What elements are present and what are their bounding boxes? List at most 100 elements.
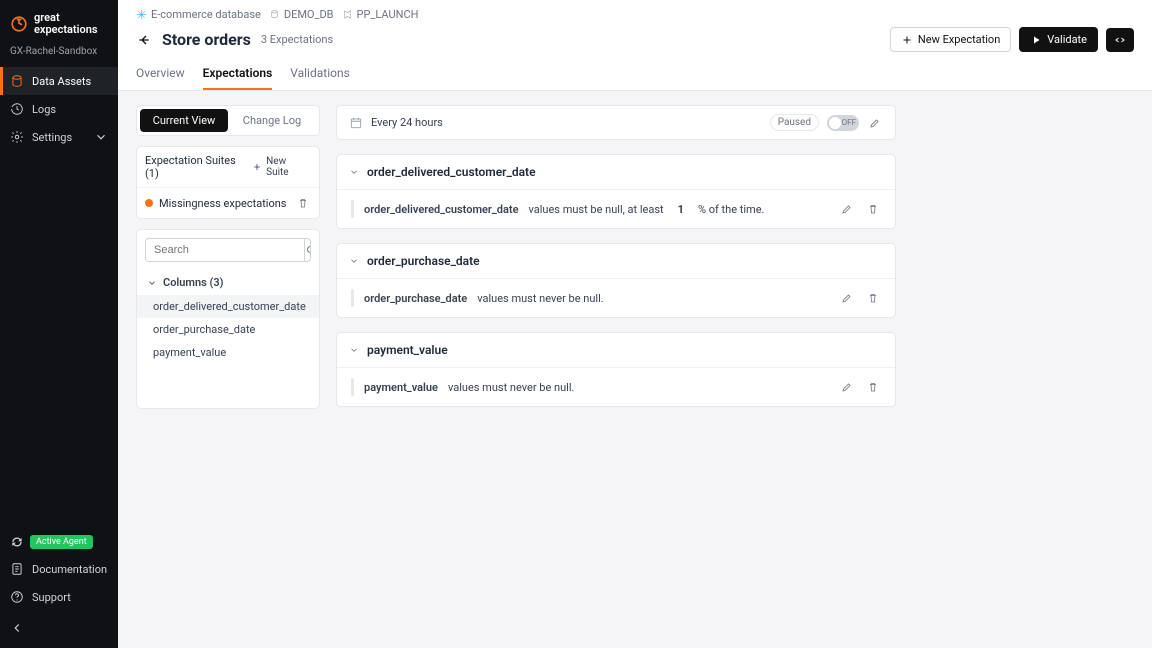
arrow-left-icon bbox=[10, 621, 24, 635]
button-label: New Expectation bbox=[918, 33, 1000, 46]
nav-label: Logs bbox=[32, 103, 56, 116]
sidebar-collapse[interactable] bbox=[0, 611, 118, 648]
crumb-datasource[interactable]: E-commerce database bbox=[136, 8, 261, 21]
code-icon bbox=[1114, 34, 1126, 46]
rule-text: values must never be null. bbox=[477, 292, 603, 305]
edit-expectation-button[interactable] bbox=[839, 201, 855, 217]
chevron-down-icon bbox=[147, 278, 157, 288]
trash-icon bbox=[867, 381, 879, 393]
crumb-table[interactable]: PP_LAUNCH bbox=[342, 8, 419, 21]
nav-data-assets[interactable]: Data Assets bbox=[0, 67, 118, 95]
validate-button[interactable]: Validate bbox=[1019, 27, 1098, 52]
new-expectation-button[interactable]: New Expectation bbox=[890, 27, 1011, 52]
trash-icon bbox=[867, 203, 879, 215]
rule-column: order_delivered_customer_date bbox=[364, 203, 519, 216]
nav-logs[interactable]: Logs bbox=[0, 95, 118, 123]
document-icon bbox=[10, 562, 24, 576]
expectation-header[interactable]: order_delivered_customer_date bbox=[337, 155, 895, 190]
expectation-row: payment_value values must never be null. bbox=[337, 368, 895, 406]
edit-expectation-button[interactable] bbox=[839, 290, 855, 306]
edit-icon bbox=[841, 203, 853, 215]
edit-icon bbox=[841, 381, 853, 393]
delete-expectation-button[interactable] bbox=[865, 201, 881, 217]
nav-settings[interactable]: Settings bbox=[0, 123, 118, 151]
delete-suite-button[interactable] bbox=[295, 195, 311, 211]
brand-text: great expectations bbox=[34, 12, 108, 36]
crumb-schema[interactable]: DEMO_DB bbox=[269, 8, 334, 21]
edit-icon bbox=[869, 117, 881, 129]
chevron-down-icon bbox=[349, 345, 359, 355]
logo-block: great expectations bbox=[0, 0, 118, 42]
nav-documentation[interactable]: Documentation bbox=[0, 555, 118, 583]
agent-badge: Active Agent bbox=[30, 535, 93, 549]
current-view-tab[interactable]: Current View bbox=[140, 109, 228, 132]
topbar: E-commerce database DEMO_DB PP_LAUNCH St… bbox=[118, 0, 1152, 91]
suite-item[interactable]: Missingness expectations bbox=[137, 188, 319, 218]
history-icon bbox=[10, 102, 24, 116]
rule-text: values must be null, at least bbox=[529, 203, 664, 216]
columns-box: Columns (3) order_delivered_customer_dat… bbox=[136, 229, 320, 409]
crumb-label: DEMO_DB bbox=[284, 8, 334, 21]
database-icon bbox=[10, 74, 24, 88]
tab-validations[interactable]: Validations bbox=[290, 58, 350, 90]
edit-schedule-button[interactable] bbox=[867, 115, 883, 131]
search-icon bbox=[305, 244, 311, 256]
rule-text: % of the time. bbox=[698, 203, 764, 216]
expectation-card: payment_value payment_value values must … bbox=[336, 332, 896, 407]
rule-text: values must never be null. bbox=[448, 381, 574, 394]
column-item[interactable]: order_delivered_customer_date bbox=[137, 295, 319, 318]
back-button[interactable] bbox=[136, 32, 152, 48]
crumb-label: E-commerce database bbox=[151, 8, 261, 21]
header-actions: New Expectation Validate bbox=[890, 27, 1134, 52]
expectation-column: order_purchase_date bbox=[367, 254, 480, 268]
search-wrap bbox=[145, 238, 311, 262]
schedule-toggle[interactable]: OFF bbox=[827, 115, 859, 131]
code-button[interactable] bbox=[1106, 28, 1134, 52]
delete-expectation-button[interactable] bbox=[865, 290, 881, 306]
table-icon bbox=[342, 9, 353, 20]
suites-box: Expectation Suites (1) New Suite Missing… bbox=[136, 146, 320, 219]
search-input[interactable] bbox=[146, 239, 304, 261]
rule-column: order_purchase_date bbox=[364, 292, 467, 305]
main: E-commerce database DEMO_DB PP_LAUNCH St… bbox=[118, 0, 1152, 648]
change-log-tab[interactable]: Change Log bbox=[228, 109, 316, 132]
nav-support[interactable]: Support bbox=[0, 583, 118, 611]
row-indicator bbox=[351, 289, 354, 307]
footer-label: Support bbox=[32, 591, 71, 604]
columns-header[interactable]: Columns (3) bbox=[137, 270, 319, 295]
rule-column: payment_value bbox=[364, 381, 438, 394]
expectation-card: order_delivered_customer_date order_deli… bbox=[336, 154, 896, 229]
edit-icon bbox=[841, 292, 853, 304]
tab-expectations[interactable]: Expectations bbox=[203, 58, 273, 90]
workspace-name[interactable]: GX-Rachel-Sandbox bbox=[0, 42, 118, 67]
search-button[interactable] bbox=[304, 239, 311, 261]
nav-label: Data Assets bbox=[32, 75, 91, 88]
sidebar: great expectations GX-Rachel-Sandbox Dat… bbox=[0, 0, 118, 648]
primary-nav: Data Assets Logs Settings bbox=[0, 67, 118, 151]
agent-status-row: Active Agent bbox=[0, 529, 118, 555]
row-indicator bbox=[351, 378, 354, 396]
left-panel: Current View Change Log Expectation Suit… bbox=[136, 105, 320, 634]
suite-dot-icon bbox=[145, 199, 153, 207]
column-item[interactable]: order_purchase_date bbox=[137, 318, 319, 341]
delete-expectation-button[interactable] bbox=[865, 379, 881, 395]
sync-icon bbox=[10, 535, 24, 549]
paused-badge: Paused bbox=[770, 114, 819, 131]
right-panel: Every 24 hours Paused OFF order_delivere… bbox=[336, 105, 896, 634]
column-item[interactable]: payment_value bbox=[137, 341, 319, 364]
expectation-header[interactable]: order_purchase_date bbox=[337, 244, 895, 279]
schema-icon bbox=[269, 9, 280, 20]
brand-icon bbox=[10, 15, 28, 33]
edit-expectation-button[interactable] bbox=[839, 379, 855, 395]
logo: great expectations bbox=[10, 12, 108, 36]
help-icon bbox=[10, 590, 24, 604]
nav-label: Settings bbox=[32, 131, 72, 144]
footer-label: Documentation bbox=[32, 563, 107, 576]
row-indicator bbox=[351, 200, 354, 218]
new-suite-button[interactable]: New Suite bbox=[252, 156, 311, 178]
expectation-header[interactable]: payment_value bbox=[337, 333, 895, 368]
tab-overview[interactable]: Overview bbox=[136, 58, 185, 90]
expectation-row: order_delivered_customer_date values mus… bbox=[337, 190, 895, 228]
breadcrumb: E-commerce database DEMO_DB PP_LAUNCH bbox=[136, 8, 1134, 21]
schedule-freq: Every 24 hours bbox=[371, 116, 443, 129]
